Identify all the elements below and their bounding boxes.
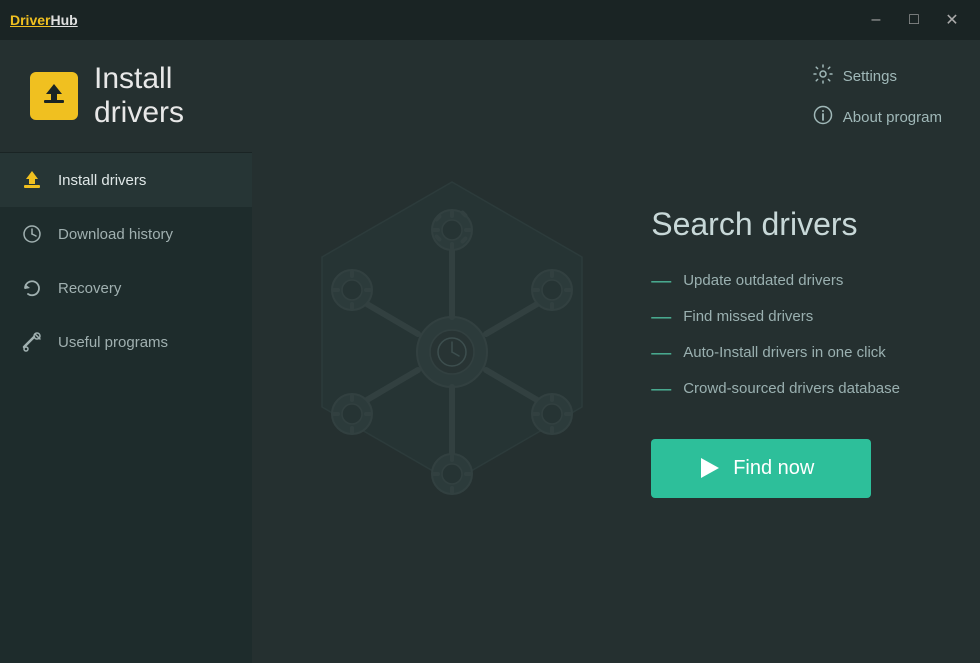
titlebar: DriverHub – □ ✕ [0,0,980,40]
minimize-button[interactable]: – [858,5,894,35]
sidebar-header: Install drivers [0,40,252,153]
find-now-label: Find now [733,457,814,480]
feature-text: Crowd-sourced drivers database [683,380,900,397]
sidebar-item-useful-programs[interactable]: Useful programs [0,315,252,369]
info-icon [813,105,833,130]
feature-item-1: — Find missed drivers [651,307,900,327]
feature-dash: — [651,307,671,327]
settings-menu-item[interactable]: Settings [805,60,950,93]
feature-item-2: — Auto-Install drivers in one click [651,343,900,363]
app-title: DriverHub [10,12,78,28]
feature-dash: — [651,379,671,399]
top-right-menu: Settings About program [805,60,950,134]
feature-list: — Update outdated drivers — Find missed … [651,271,900,399]
feature-text: Find missed drivers [683,308,813,325]
feature-text: Update outdated drivers [683,272,843,289]
play-icon [701,458,719,478]
feature-dash: — [651,271,671,291]
sidebar-item-recovery[interactable]: Recovery [0,261,252,315]
sidebar-item-download-history[interactable]: Download history [0,207,252,261]
feature-item-3: — Crowd-sourced drivers database [651,379,900,399]
settings-icon [813,64,833,89]
app-branding: DriverHub [10,12,78,28]
clock-icon [20,223,44,245]
settings-label: Settings [843,68,897,85]
wrench-icon [20,331,44,353]
find-now-button[interactable]: Find now [651,439,871,498]
recovery-icon [20,277,44,299]
main-container: Install drivers Install drivers Download… [0,40,980,663]
about-label: About program [843,109,942,126]
feature-dash: — [651,343,671,363]
search-title: Search drivers [651,206,900,243]
window-controls: – □ ✕ [858,5,970,35]
sidebar-item-label: Install drivers [58,172,146,189]
close-button[interactable]: ✕ [934,5,970,35]
sidebar-item-label: Useful programs [58,334,168,351]
page-title: Install drivers [94,62,222,130]
feature-item-0: — Update outdated drivers [651,271,900,291]
sidebar-item-label: Download history [58,226,173,243]
sidebar-item-label: Recovery [58,280,121,297]
search-drivers-panel: Search drivers — Update outdated drivers… [651,206,900,498]
sidebar: Install drivers Install drivers Download… [0,40,252,663]
logo-icon [30,72,78,120]
hex-decoration [282,162,622,542]
content-area: Settings About program [252,40,980,663]
install-drivers-icon [20,169,44,191]
sidebar-item-install-drivers[interactable]: Install drivers [0,153,252,207]
about-menu-item[interactable]: About program [805,101,950,134]
maximize-button[interactable]: □ [896,5,932,35]
search-section: Search drivers — Update outdated drivers… [651,206,900,498]
feature-text: Auto-Install drivers in one click [683,344,886,361]
